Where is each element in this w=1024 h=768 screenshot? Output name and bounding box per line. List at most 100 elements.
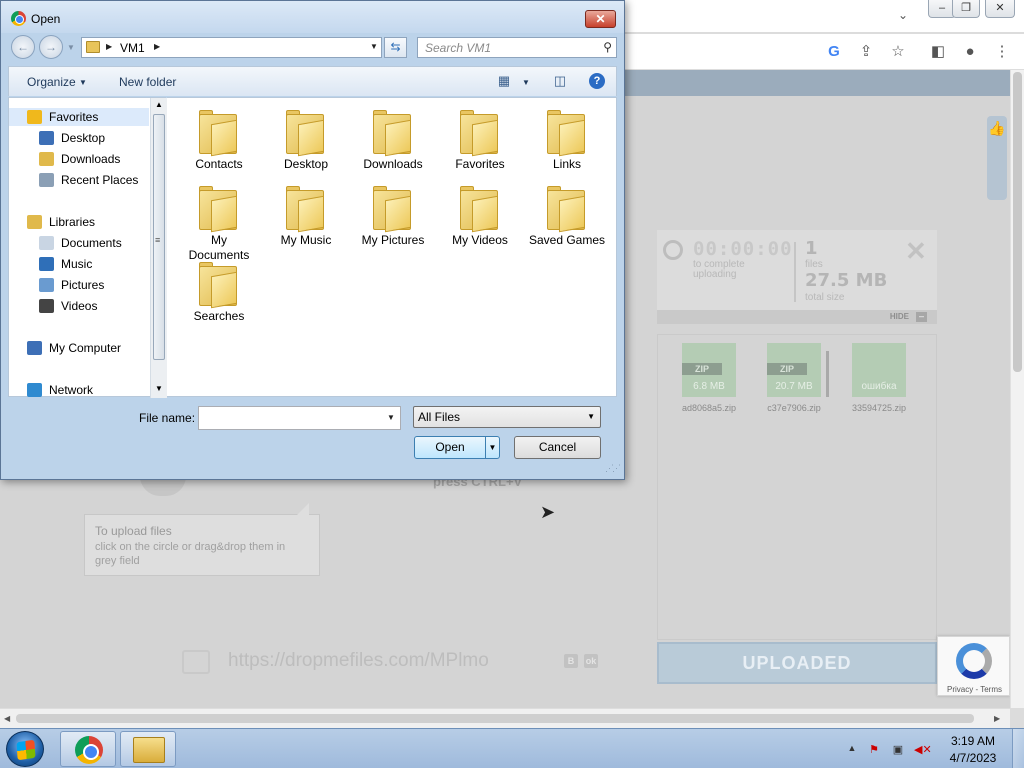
share-url[interactable]: https://dropmefiles.com/MPlmo — [228, 650, 489, 672]
address-path[interactable]: VM1 — [120, 41, 145, 55]
bookmark-star-icon[interactable]: ☆ — [888, 42, 908, 62]
dialog-titlebar[interactable]: Open ✕ — [1, 1, 624, 33]
action-center-icon[interactable]: ⚑ — [866, 743, 882, 757]
volume-muted-icon[interactable]: ◀✕ — [914, 743, 932, 757]
profile-avatar-icon[interactable]: ● — [960, 42, 980, 62]
page-horizontal-scrollbar[interactable]: ◀ ▶ — [0, 708, 1010, 728]
folder-links[interactable]: ↗Links — [527, 102, 607, 182]
refresh-button[interactable]: ⇆ — [384, 37, 407, 58]
file-name-dropdown-icon[interactable]: ▼ — [387, 413, 395, 422]
folder-desktop[interactable]: ▭Desktop — [266, 102, 346, 182]
chevron-down-icon[interactable]: ▼ — [79, 78, 87, 87]
forward-button[interactable]: → — [39, 35, 63, 59]
browser-close-button[interactable]: ✕ — [985, 0, 1015, 18]
address-bar[interactable]: ▶ VM1 ▶ ▼ — [81, 37, 382, 58]
folder-saved-games[interactable]: ♠Saved Games — [527, 178, 607, 258]
nav-item-documents[interactable]: Documents — [9, 234, 149, 252]
videos-folder-icon: ▶ — [460, 186, 498, 233]
taskbar-chrome[interactable] — [60, 731, 116, 767]
vk-share-icon[interactable]: B — [564, 654, 578, 668]
nav-item-videos[interactable]: Videos — [9, 297, 149, 315]
taskbar-explorer[interactable] — [120, 731, 176, 767]
qr-code-icon[interactable] — [182, 650, 210, 674]
open-options-dropdown-icon[interactable]: ▼ — [485, 437, 499, 458]
nav-item-downloads[interactable]: Downloads — [9, 150, 149, 168]
new-folder-button[interactable]: New folder — [119, 75, 176, 89]
file-thumb-3[interactable]: ошибка — [852, 343, 906, 397]
folder-my-videos[interactable]: ▶My Videos — [440, 178, 520, 258]
preview-pane-icon[interactable]: ◫ — [551, 72, 569, 90]
hide-button[interactable]: – — [916, 312, 927, 322]
nav-item-pictures[interactable]: Pictures — [9, 276, 149, 294]
nav-item-network[interactable]: Network — [9, 381, 149, 399]
close-upload-icon[interactable]: ✕ — [905, 236, 927, 267]
search-icon[interactable]: ⚲ — [603, 40, 612, 54]
help-icon[interactable]: ? — [589, 73, 605, 89]
file-thumb-2[interactable]: ZIP 20.7 MB — [767, 343, 821, 397]
network-tray-icon[interactable]: ▣ — [890, 743, 906, 757]
open-button[interactable]: Open ▼ — [414, 436, 500, 459]
share-icon[interactable]: ⇪ — [856, 42, 876, 62]
folder-my-music[interactable]: ♪My Music — [266, 178, 346, 258]
dialog-title: Open — [31, 12, 61, 26]
address-dropdown-icon[interactable]: ▼ — [370, 42, 378, 51]
nav-item-libraries[interactable]: Libraries — [9, 213, 149, 231]
scroll-right-icon[interactable]: ▶ — [994, 714, 1000, 723]
back-button[interactable]: ← — [11, 35, 35, 59]
recent-locations-icon[interactable]: ▼ — [67, 43, 75, 52]
file-list-pane: ▤Contacts▭Desktop⬇Downloads★Favorites↗Li… — [167, 97, 617, 397]
vertical-scroll-thumb[interactable] — [1013, 72, 1022, 372]
side-panel-icon[interactable]: ◧ — [928, 42, 948, 62]
tab-search-icon[interactable]: ⌄ — [898, 8, 908, 22]
file-name: ad8068a5.zip — [681, 403, 737, 413]
nav-item-desktop[interactable]: Desktop — [9, 129, 149, 147]
browser-restore-button[interactable]: ❐ — [952, 0, 980, 18]
file-name: c37e7906.zip — [767, 403, 821, 413]
file-thumb-1[interactable]: ZIP 6.8 MB — [682, 343, 736, 397]
folder-searches[interactable]: ⚲Searches — [179, 254, 259, 334]
folder-contacts[interactable]: ▤Contacts — [179, 102, 259, 182]
search-input[interactable]: Search VM1 ⚲ — [417, 37, 617, 58]
nav-item-my-computer[interactable]: My Computer — [9, 339, 149, 357]
cancel-button[interactable]: Cancel — [514, 436, 601, 459]
folder-my-documents[interactable]: ▥My Documents — [179, 178, 259, 262]
file-type-select[interactable]: All Files ▼ — [413, 406, 601, 428]
scroll-left-icon[interactable]: ◀ — [4, 714, 10, 723]
breadcrumb-arrow-icon[interactable]: ▶ — [154, 42, 160, 51]
clock-icon — [663, 240, 683, 260]
recaptcha-links[interactable]: Privacy - Terms — [938, 685, 1011, 694]
folder-my-pictures[interactable]: ▨My Pictures — [353, 178, 433, 258]
folder-downloads[interactable]: ⬇Downloads — [353, 102, 433, 182]
browser-menu-icon[interactable]: ⋮ — [992, 42, 1012, 62]
view-options-chevron-icon[interactable]: ▼ — [522, 78, 530, 87]
clock-time[interactable]: 3:19 AM — [940, 734, 1006, 748]
file-name-label: File name: — [139, 411, 196, 425]
folder-favorites[interactable]: ★Favorites — [440, 102, 520, 182]
nav-item-music[interactable]: Music — [9, 255, 149, 273]
show-desktop-button[interactable] — [1012, 729, 1024, 768]
scroll-up-icon[interactable]: ▲ — [155, 100, 163, 109]
uploaded-button[interactable]: UPLOADED — [657, 642, 937, 684]
folder-label: Saved Games — [528, 233, 606, 247]
page-vertical-scrollbar[interactable] — [1010, 70, 1024, 708]
google-lens-icon[interactable]: G — [824, 42, 844, 62]
clock-date[interactable]: 4/7/2023 — [940, 751, 1006, 765]
show-hidden-icons-icon[interactable]: ▲ — [844, 743, 860, 757]
file-name-input[interactable] — [198, 406, 401, 430]
nav-item-label: My Computer — [49, 341, 122, 355]
resize-grip-icon[interactable]: ⋰⋰ — [605, 463, 621, 474]
start-button[interactable] — [6, 731, 44, 767]
nav-item-favorites[interactable]: Favorites — [9, 108, 149, 126]
change-view-icon[interactable]: ▦ — [495, 72, 513, 90]
breadcrumb-arrow-icon[interactable]: ▶ — [106, 42, 112, 51]
dialog-close-button[interactable]: ✕ — [585, 10, 616, 28]
nav-pane-scrollbar[interactable]: ▲ ≡ ▼ — [150, 98, 167, 398]
nav-item-recent-places[interactable]: Recent Places — [9, 171, 149, 189]
like-widget[interactable]: 👍 — [987, 116, 1007, 200]
scroll-down-icon[interactable]: ▼ — [155, 384, 163, 393]
horizontal-scroll-thumb[interactable] — [16, 714, 974, 723]
pictures-folder-icon: ▨ — [373, 186, 411, 233]
organize-button[interactable]: Organize — [27, 75, 76, 89]
ok-share-icon[interactable]: ok — [584, 654, 598, 668]
recaptcha-badge[interactable]: Privacy - Terms — [937, 636, 1010, 696]
